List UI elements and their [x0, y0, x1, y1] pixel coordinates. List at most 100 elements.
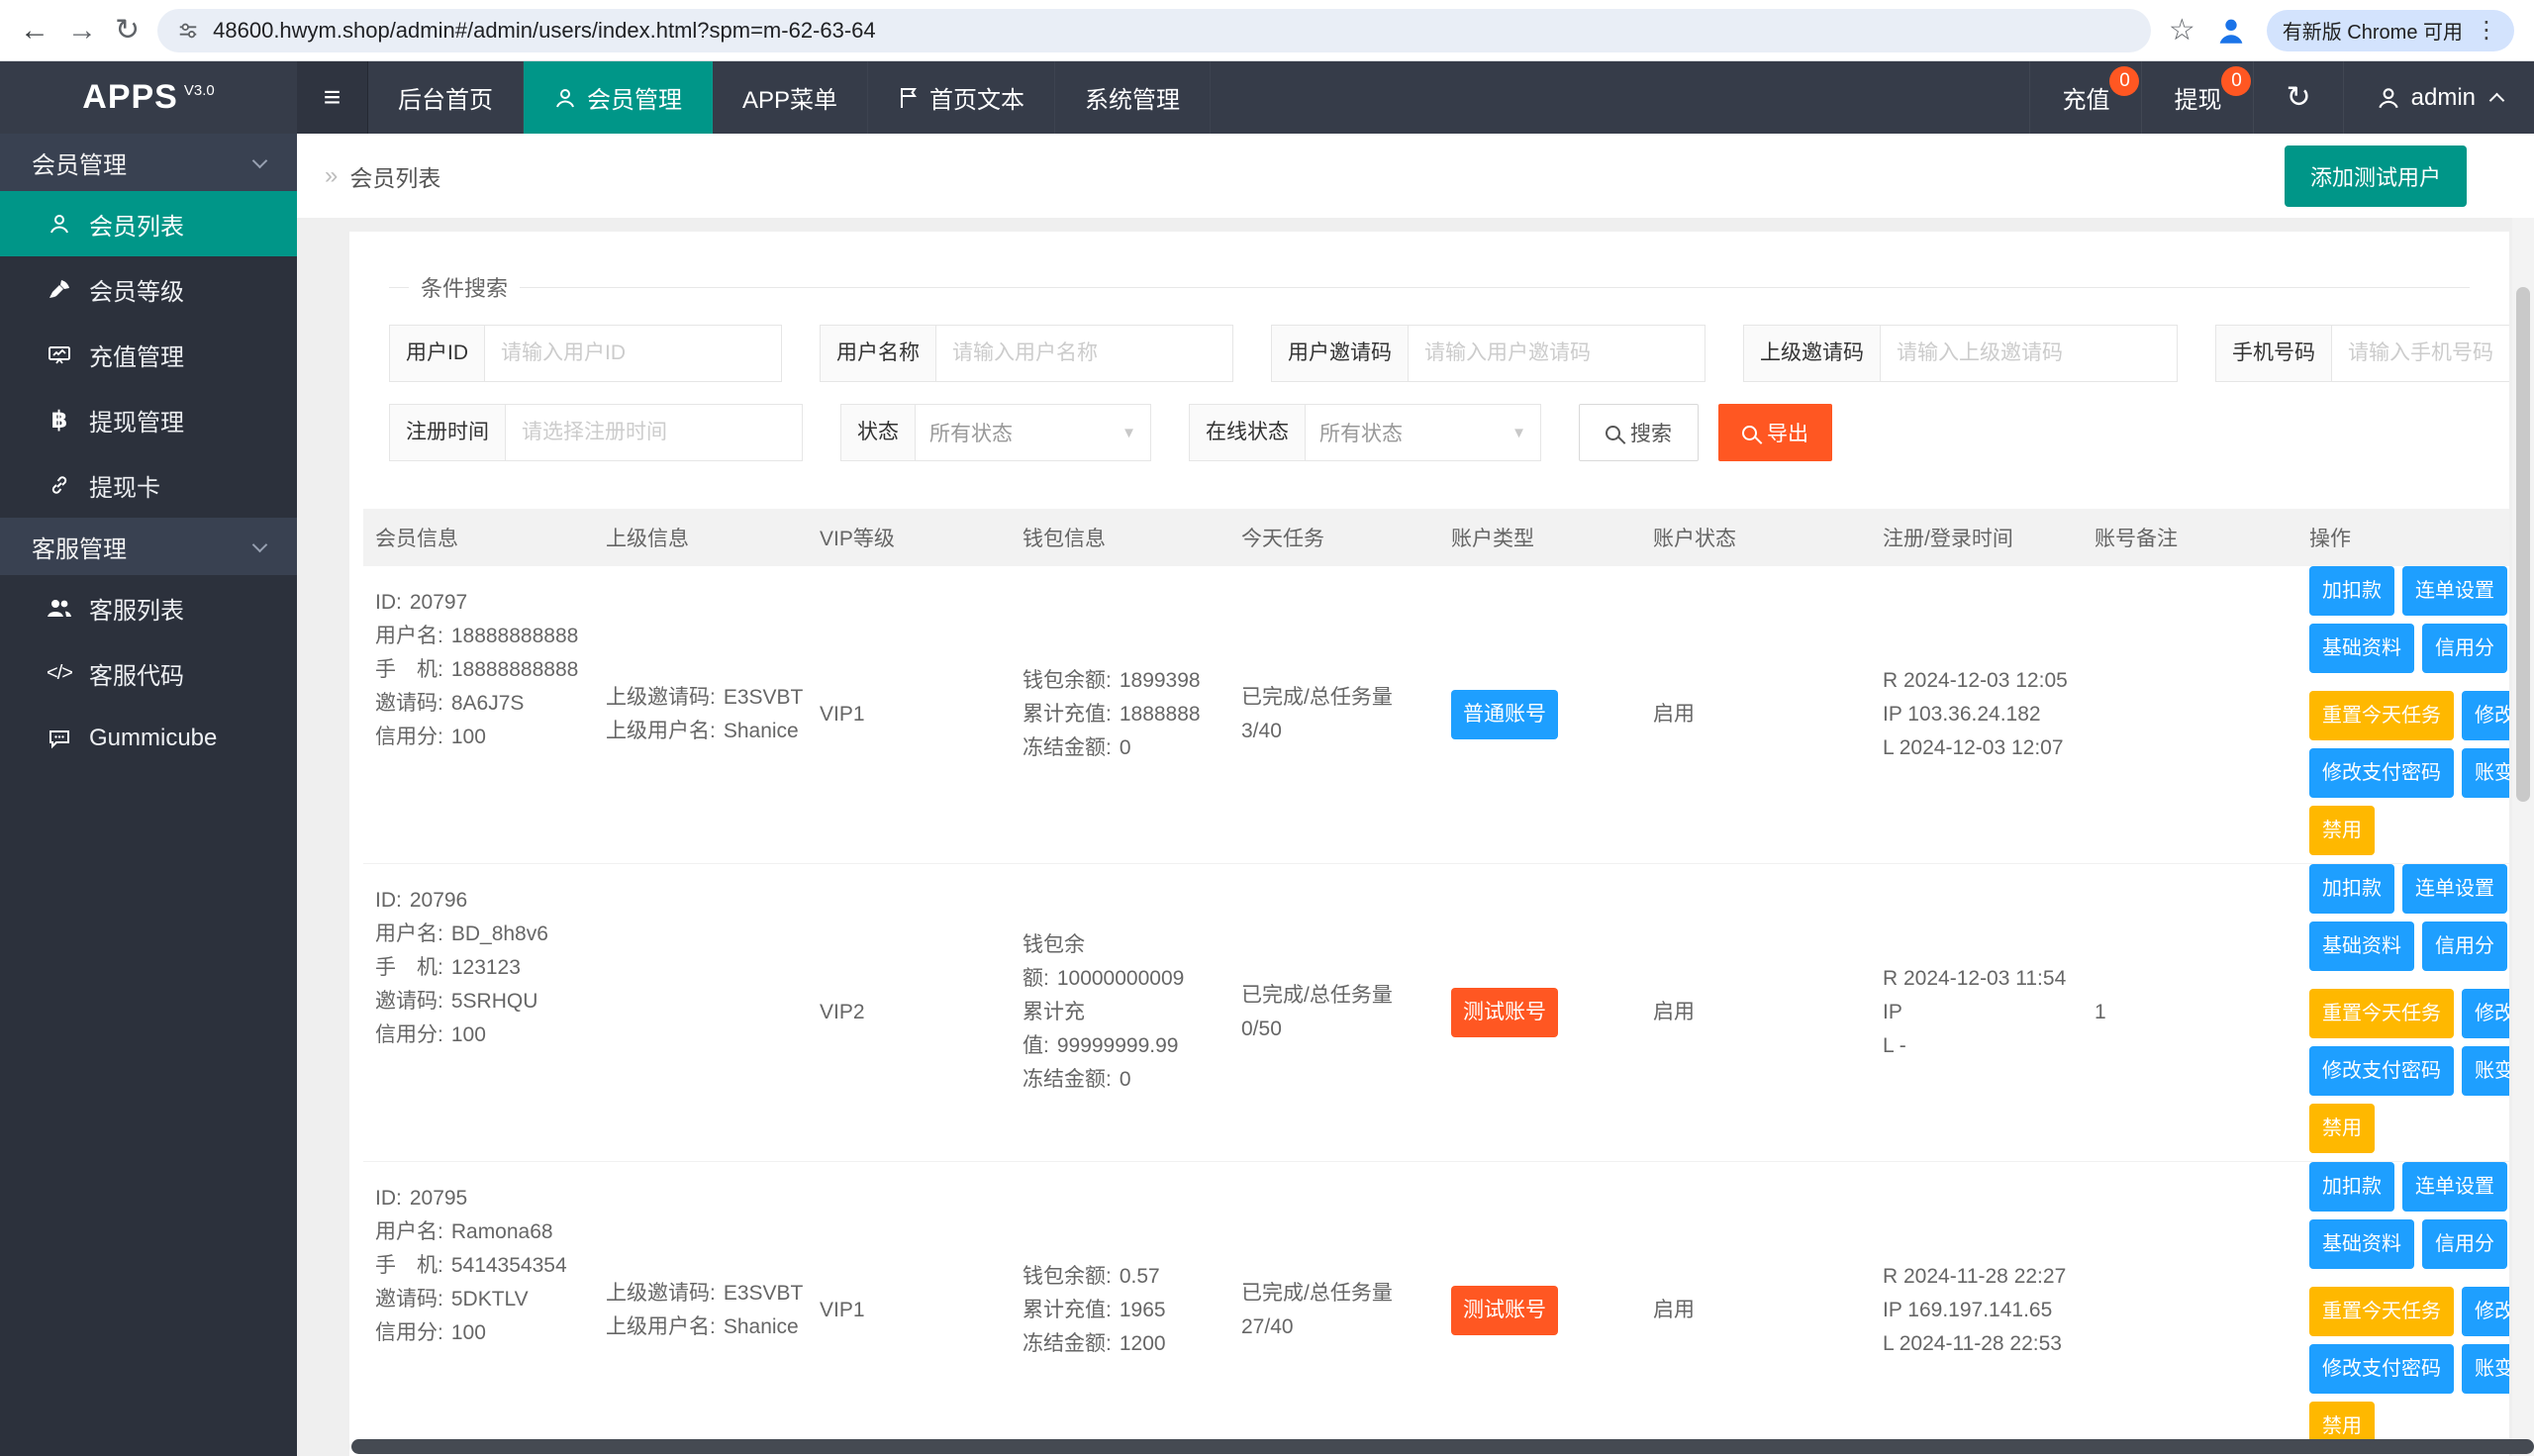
browser-forward-icon[interactable]: → [67, 16, 97, 46]
filter-用户ID: 用户ID [389, 325, 782, 382]
sidebar-item-会员等级[interactable]: 会员等级 [0, 256, 297, 322]
search-button[interactable]: 搜索 [1579, 404, 1699, 461]
sidebar-item-提现管理[interactable]: ฿提现管理 [0, 387, 297, 452]
op-button-信用分[interactable]: 信用分 [2422, 922, 2507, 971]
info-value: 1965 [1120, 1299, 1166, 1321]
sidebar-item-Gummicube[interactable]: Gummicube [0, 706, 297, 771]
admin-menu[interactable]: admin [2343, 61, 2534, 134]
sidebar-group-header-1[interactable]: 会员管理 [0, 134, 297, 191]
filter-input-上级邀请码[interactable] [1881, 325, 2178, 382]
filter-row-2: 注册时间状态所有状态▼在线状态所有状态▼ 搜索 导出 [389, 382, 2495, 461]
time-line: L 2024-12-03 12:07 [1883, 731, 2083, 765]
info-label: 邀请码: [375, 1288, 443, 1310]
op-button-账变信息[interactable]: 账变信息 [2462, 1046, 2509, 1096]
vip-level: VIP1 [820, 703, 865, 726]
sidebar-item-充值管理[interactable]: 充值管理 [0, 322, 297, 387]
filter-input-用户邀请码[interactable] [1409, 325, 1706, 382]
info-value: 99999999.99 [1057, 1034, 1179, 1057]
op-button-信用分[interactable]: 信用分 [2422, 1219, 2507, 1269]
app-logo: APPS V3.0 [0, 61, 297, 134]
info-label: 邀请码: [375, 990, 443, 1013]
op-line: 修改支付密码账变信息 [2309, 1344, 2509, 1394]
withdraw-nav-item[interactable]: 提现 0 [2141, 61, 2253, 134]
nav-item-4[interactable]: 首页文本 [868, 61, 1055, 134]
filter-input-注册时间[interactable] [506, 404, 803, 461]
info-label: 累计充值: [1023, 703, 1112, 726]
search-fieldset: 条件搜索 [389, 271, 2470, 303]
sidebar-item-会员列表[interactable]: 会员列表 [0, 191, 297, 256]
app-logo-text: APPS [82, 78, 178, 117]
account-status-cell: 启用 [1641, 698, 1871, 731]
nav-item-1[interactable]: 后台首页 [368, 61, 524, 134]
op-button-基础资料[interactable]: 基础资料 [2309, 624, 2414, 673]
op-button-信用分[interactable]: 信用分 [2422, 624, 2507, 673]
op-button-账变信息[interactable]: 账变信息 [2462, 1344, 2509, 1394]
wallet-info-cell: 钱包余额:1899398累计充值:1888888冻结金额:0 [1011, 664, 1229, 765]
add-test-user-button[interactable]: 添加测试用户 [2285, 146, 2467, 207]
select-value: 所有状态 [929, 418, 1013, 447]
address-bar[interactable]: 48600.hwym.shop/admin#/admin/users/index… [157, 9, 2151, 52]
info-label: 上级邀请码: [606, 1282, 716, 1305]
op-button-修改登录密码[interactable]: 修改登录密码 [2462, 989, 2509, 1038]
nav-item-3[interactable]: APP菜单 [713, 61, 868, 134]
op-button-加扣款[interactable]: 加扣款 [2309, 566, 2394, 616]
nav-item-label: 首页文本 [929, 80, 1024, 115]
filter-select-状态[interactable]: 所有状态▼ [916, 404, 1151, 461]
browser-toolbar: ← → ↻ 48600.hwym.shop/admin#/admin/users… [0, 0, 2534, 61]
op-button-连单设置[interactable]: 连单设置 [2402, 566, 2507, 616]
sidebar-item-提现卡[interactable]: 提现卡 [0, 452, 297, 518]
op-button-禁用[interactable]: 禁用 [2309, 1104, 2375, 1153]
sidebar-item-客服代码[interactable]: </>客服代码 [0, 640, 297, 706]
nav-item-2[interactable]: 会员管理 [524, 61, 713, 134]
browser-back-icon[interactable]: ← [20, 16, 49, 46]
url-text[interactable]: 48600.hwym.shop/admin#/admin/users/index… [213, 18, 876, 44]
op-button-重置今天任务[interactable]: 重置今天任务 [2309, 989, 2454, 1038]
op-button-连单设置[interactable]: 连单设置 [2402, 864, 2507, 914]
filter-select-在线状态[interactable]: 所有状态▼ [1306, 404, 1541, 461]
content-card: 条件搜索 用户ID用户名称用户邀请码上级邀请码手机号码 注册时间状态所有状态▼在… [349, 232, 2509, 1456]
nav-item-5[interactable]: 系统管理 [1055, 61, 1211, 134]
op-button-修改支付密码[interactable]: 修改支付密码 [2309, 1046, 2454, 1096]
op-line: 基础资料信用分提现卡 [2309, 922, 2509, 971]
browser-reload-icon[interactable]: ↻ [115, 16, 140, 46]
op-button-修改支付密码[interactable]: 修改支付密码 [2309, 1344, 2454, 1394]
withdraw-badge: 0 [2221, 66, 2251, 96]
sidebar-item-客服列表[interactable]: 客服列表 [0, 575, 297, 640]
info-value: 1200 [1120, 1332, 1166, 1355]
op-button-修改登录密码[interactable]: 修改登录密码 [2462, 1287, 2509, 1336]
vertical-scrollbar-track[interactable] [2512, 218, 2534, 1456]
op-button-基础资料[interactable]: 基础资料 [2309, 922, 2414, 971]
filter-input-手机号码[interactable] [2332, 325, 2509, 382]
op-button-账变信息[interactable]: 账变信息 [2462, 748, 2509, 798]
site-settings-icon[interactable] [177, 20, 199, 42]
op-button-重置今天任务[interactable]: 重置今天任务 [2309, 691, 2454, 740]
browser-profile-icon[interactable] [2213, 13, 2249, 49]
vertical-scrollbar-thumb[interactable] [2516, 287, 2530, 802]
export-button[interactable]: 导出 [1718, 404, 1832, 461]
nav-item-label: APP菜单 [742, 80, 837, 115]
op-button-加扣款[interactable]: 加扣款 [2309, 1162, 2394, 1212]
filter-手机号码: 手机号码 [2215, 325, 2509, 382]
op-button-修改登录密码[interactable]: 修改登录密码 [2462, 691, 2509, 740]
browser-menu-icon[interactable]: ⋮ [2475, 16, 2498, 45]
account-type-badge: 测试账号 [1451, 988, 1558, 1037]
filter-input-用户名称[interactable] [936, 325, 1233, 382]
op-button-加扣款[interactable]: 加扣款 [2309, 864, 2394, 914]
bookmark-star-icon[interactable]: ☆ [2169, 16, 2195, 46]
info-label: 信用分: [375, 726, 443, 748]
op-button-重置今天任务[interactable]: 重置今天任务 [2309, 1287, 2454, 1336]
sidebar-group-header-2[interactable]: 客服管理 [0, 518, 297, 575]
refresh-nav-item[interactable]: ↻ [2253, 61, 2342, 134]
filter-input-用户ID[interactable] [485, 325, 782, 382]
sidebar-toggle-icon[interactable]: ≡ [297, 61, 368, 134]
chrome-update-pill[interactable]: 有新版 Chrome 可用 ⋮ [2267, 10, 2514, 51]
time-line: L - [1883, 1029, 2083, 1063]
code-icon: </> [46, 662, 73, 685]
op-button-修改支付密码[interactable]: 修改支付密码 [2309, 748, 2454, 798]
recharge-nav-item[interactable]: 充值 0 [2029, 61, 2141, 134]
time-line: IP 103.36.24.182 [1883, 698, 2083, 731]
horizontal-scrollbar-thumb[interactable] [351, 1439, 2534, 1454]
op-button-基础资料[interactable]: 基础资料 [2309, 1219, 2414, 1269]
op-button-禁用[interactable]: 禁用 [2309, 806, 2375, 855]
op-button-连单设置[interactable]: 连单设置 [2402, 1162, 2507, 1212]
